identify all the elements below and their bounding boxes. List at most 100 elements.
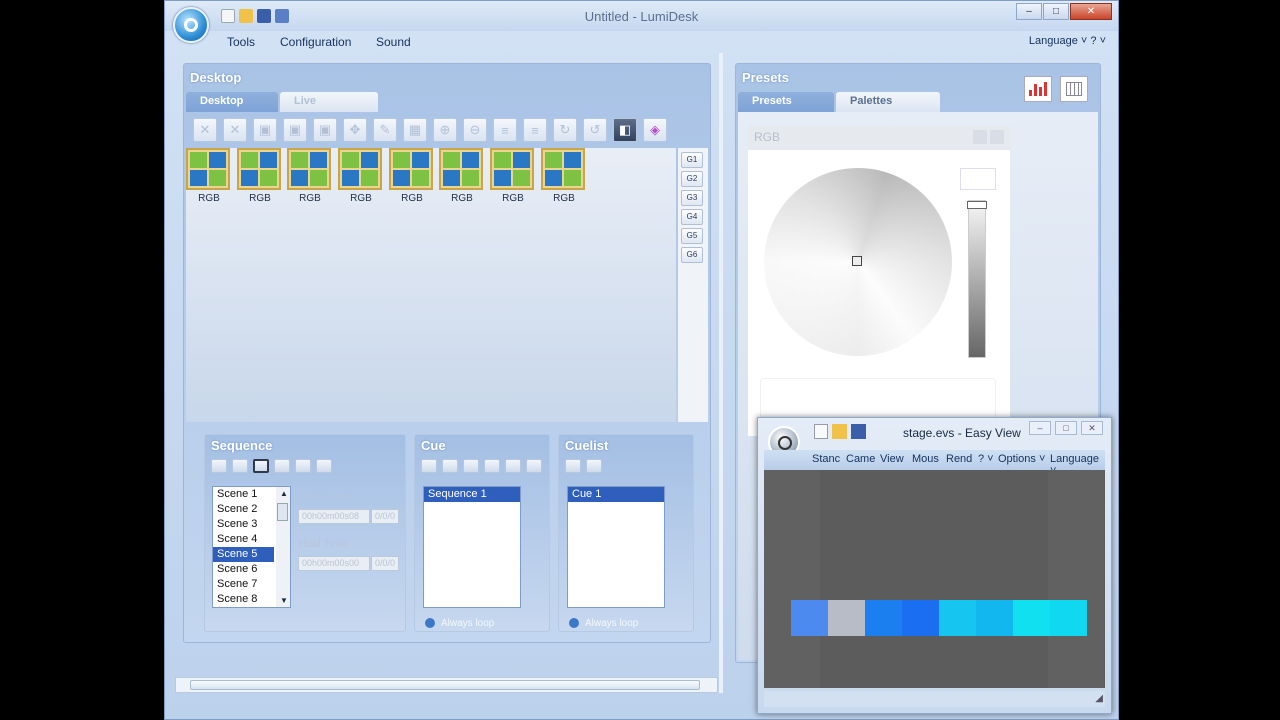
- led-cell[interactable]: [865, 600, 902, 636]
- add-icon[interactable]: [211, 459, 227, 473]
- led-cell[interactable]: [1050, 600, 1087, 636]
- minimize-button[interactable]: –: [1016, 3, 1042, 20]
- tab-palettes[interactable]: Palettes: [836, 92, 940, 112]
- maximize-button[interactable]: □: [1055, 421, 1077, 435]
- led-cell[interactable]: [939, 600, 976, 636]
- slider-thumb[interactable]: [967, 201, 987, 209]
- close-button[interactable]: ✕: [1070, 3, 1112, 20]
- desktop-canvas[interactable]: RGB RGB RGB RGB RGB RGB RGB RGB: [186, 148, 676, 422]
- cuelist-list[interactable]: Cue 1: [567, 486, 665, 608]
- remove-icon[interactable]: [442, 459, 458, 473]
- tab-live[interactable]: Live: [280, 92, 378, 112]
- scroll-thumb[interactable]: [190, 680, 700, 690]
- resize-grip-icon[interactable]: ◢: [1095, 693, 1103, 704]
- scroll-thumb[interactable]: [277, 503, 288, 521]
- led-cell[interactable]: [976, 600, 1013, 636]
- shape-icon[interactable]: ▣: [313, 118, 337, 142]
- up-icon[interactable]: [274, 459, 290, 473]
- fixture-rgb[interactable]: RGB: [338, 148, 384, 204]
- group-button[interactable]: G3: [681, 190, 703, 206]
- scene-scrollbar[interactable]: ▲ ▼: [276, 487, 290, 607]
- led-cell[interactable]: [828, 600, 865, 636]
- group-button[interactable]: G6: [681, 247, 703, 263]
- cue-list[interactable]: Sequence 1: [423, 486, 521, 608]
- menu-render[interactable]: Rend: [946, 453, 972, 465]
- zoom-out-icon[interactable]: ⊖: [463, 118, 487, 142]
- cancel-icon[interactable]: ✕: [223, 118, 247, 142]
- settings-icon[interactable]: [973, 130, 987, 144]
- move-icon[interactable]: ✥: [343, 118, 367, 142]
- zoom-in-icon[interactable]: ⊕: [433, 118, 457, 142]
- align-icon[interactable]: ≡: [523, 118, 547, 142]
- group-button[interactable]: G2: [681, 171, 703, 187]
- align-icon[interactable]: ≡: [493, 118, 517, 142]
- fixture-rgb[interactable]: RGB: [186, 148, 232, 204]
- fade-time-unit[interactable]: 0/0/0: [371, 509, 399, 524]
- hold-time-unit[interactable]: 0/0/0: [371, 556, 399, 571]
- edit-icon[interactable]: [463, 459, 479, 473]
- add-icon[interactable]: [421, 459, 437, 473]
- down-icon[interactable]: [505, 459, 521, 473]
- copy-icon[interactable]: [316, 459, 332, 473]
- menu-mouse[interactable]: Mous: [912, 453, 939, 465]
- pen-icon[interactable]: ✎: [373, 118, 397, 142]
- led-cell[interactable]: [1013, 600, 1050, 636]
- menu-help[interactable]: ? ˅: [978, 453, 994, 465]
- close-icon[interactable]: ✕: [193, 118, 217, 142]
- led-cell[interactable]: [791, 600, 828, 636]
- menu-camera[interactable]: Came: [846, 453, 875, 465]
- maximize-button[interactable]: □: [1043, 3, 1069, 20]
- scroll-down-icon[interactable]: ▼: [280, 596, 288, 605]
- close-button[interactable]: ✕: [1081, 421, 1103, 435]
- menu-language[interactable]: Language ˅ ? ˅: [1029, 35, 1106, 47]
- copy-icon[interactable]: [526, 459, 542, 473]
- cue-always-loop[interactable]: Always loop: [425, 618, 494, 629]
- color-picker-handle[interactable]: [852, 256, 862, 266]
- tab-desktop[interactable]: Desktop: [186, 92, 278, 112]
- group-button[interactable]: G1: [681, 152, 703, 168]
- down-icon[interactable]: [295, 459, 311, 473]
- grid-icon[interactable]: ▦: [403, 118, 427, 142]
- scene-list[interactable]: Scene 1 Scene 2 Scene 3 Scene 4 Scene 5 …: [212, 486, 291, 608]
- rotate-icon[interactable]: ↻: [553, 118, 577, 142]
- edit-icon[interactable]: [253, 459, 269, 473]
- group-button[interactable]: G5: [681, 228, 703, 244]
- remove-icon[interactable]: [232, 459, 248, 473]
- group-button[interactable]: G4: [681, 209, 703, 225]
- scroll-up-icon[interactable]: ▲: [280, 489, 288, 498]
- app-menu-orb[interactable]: [173, 7, 209, 43]
- fixture-rgb[interactable]: RGB: [287, 148, 333, 204]
- minimize-button[interactable]: –: [1029, 421, 1051, 435]
- tab-presets[interactable]: Presets: [738, 92, 834, 112]
- new-file-icon[interactable]: [814, 424, 828, 439]
- panel-splitter[interactable]: [719, 53, 723, 693]
- add-icon[interactable]: [565, 459, 581, 473]
- color-icon[interactable]: ◈: [643, 118, 667, 142]
- save-icon[interactable]: [851, 424, 866, 439]
- menu-configuration[interactable]: Configuration: [280, 35, 351, 49]
- open-folder-icon[interactable]: [832, 424, 847, 439]
- desktop-hscroll[interactable]: [175, 677, 718, 693]
- shape-icon[interactable]: ▣: [283, 118, 307, 142]
- remove-icon[interactable]: [586, 459, 602, 473]
- led-cell[interactable]: [902, 600, 939, 636]
- brightness-slider[interactable]: [967, 200, 987, 358]
- fixture-rgb[interactable]: RGB: [541, 148, 587, 204]
- fixture-rgb[interactable]: RGB: [439, 148, 485, 204]
- menu-options[interactable]: Options ˅: [998, 453, 1045, 465]
- rotate-icon[interactable]: ↺: [583, 118, 607, 142]
- fade-time-field[interactable]: 00h00m00s08: [298, 509, 370, 524]
- hold-time-field[interactable]: 00h00m00s00: [298, 556, 370, 571]
- expand-icon[interactable]: [990, 130, 1004, 144]
- list-item[interactable]: Sequence 1: [424, 487, 520, 502]
- fixture-rgb[interactable]: RGB: [389, 148, 435, 204]
- fixture-rgb[interactable]: RGB: [237, 148, 283, 204]
- stage-viewport[interactable]: [764, 470, 1105, 688]
- up-icon[interactable]: [484, 459, 500, 473]
- menu-sound[interactable]: Sound: [376, 35, 411, 49]
- palette-icon[interactable]: ◧: [613, 118, 637, 142]
- menu-tools[interactable]: Tools: [227, 35, 255, 49]
- list-item[interactable]: Cue 1: [568, 487, 664, 502]
- menu-view[interactable]: View: [880, 453, 904, 465]
- shape-icon[interactable]: ▣: [253, 118, 277, 142]
